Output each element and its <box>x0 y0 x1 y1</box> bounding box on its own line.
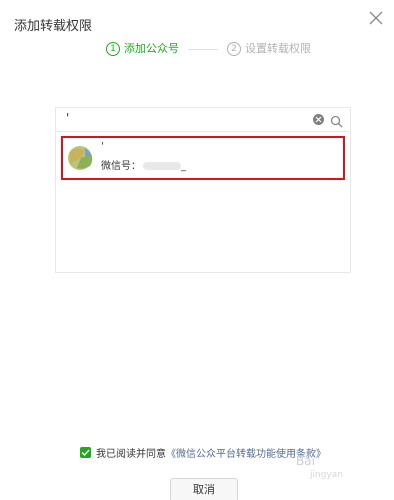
account-name: ' <box>101 141 104 152</box>
dialog-title: 添加转载权限 <box>14 19 93 34</box>
search-icon[interactable] <box>330 113 343 128</box>
wechat-id-suffix: _ <box>181 161 186 172</box>
close-icon[interactable] <box>366 8 386 28</box>
agreement-text: 我已阅读并同意 <box>96 449 166 460</box>
search-input[interactable]: ' <box>56 108 350 132</box>
account-search-panel: ' ' 微信号： _ <box>55 107 351 273</box>
step-divider <box>188 49 218 50</box>
account-wechat-id: 微信号： _ <box>101 157 186 172</box>
wechat-id-label: 微信号： <box>101 161 141 172</box>
step-add-account: 1 添加公众号 <box>106 42 179 56</box>
search-input-value[interactable]: ' <box>66 111 69 125</box>
add-repost-permission-dialog: 添加转载权限 1 添加公众号 2 设置转载权限 ' ' 微信号： _ 我已阅读并… <box>0 0 394 500</box>
avatar-icon <box>67 144 97 172</box>
watermark: Bai jingyan <box>296 454 343 482</box>
step-label: 添加公众号 <box>124 42 179 55</box>
step-number: 2 <box>227 42 241 56</box>
blurred-id <box>143 162 181 170</box>
watermark-text: Bai <box>296 454 315 468</box>
clear-icon[interactable] <box>313 114 324 125</box>
cancel-button[interactable]: 取消 <box>170 478 238 500</box>
step-label: 设置转载权限 <box>245 42 311 55</box>
step-number: 1 <box>106 42 120 56</box>
step-indicator: 1 添加公众号 2 设置转载权限 <box>0 42 394 58</box>
watermark-sub: jingyan <box>310 470 343 480</box>
agreement-checkbox[interactable] <box>80 447 91 458</box>
agreement-row: 我已阅读并同意 《微信公众平台转载功能使用条款》 <box>80 445 326 460</box>
search-result-item[interactable]: ' 微信号： _ <box>61 136 345 180</box>
step-set-permission: 2 设置转载权限 <box>227 42 311 56</box>
